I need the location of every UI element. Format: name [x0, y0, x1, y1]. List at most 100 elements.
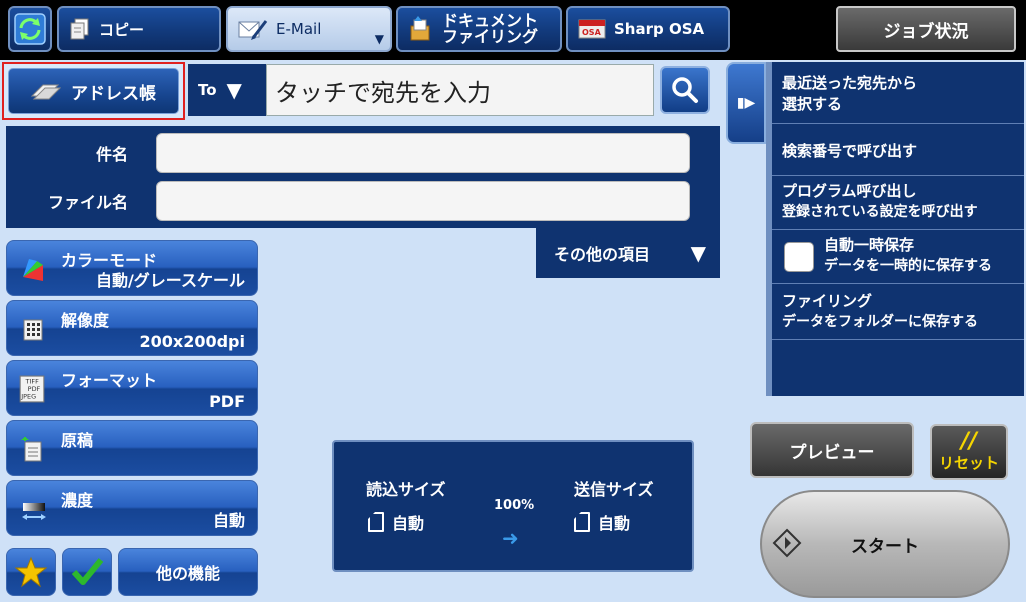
destination-placeholder: タッチで宛先を入力 [275, 78, 491, 107]
address-book-label: アドレス帳 [71, 83, 156, 104]
start-diamond-icon [772, 528, 802, 558]
filename-label: ファイル名 [47, 193, 128, 212]
chevron-down-icon: ▼ [226, 78, 242, 102]
scan-size-label: 読込サイズ [366, 480, 446, 499]
recent-destinations-item[interactable]: 最近送った宛先から 選択する [772, 62, 1024, 124]
program-recall-item[interactable]: プログラム呼び出し 登録されている設定を呼び出す [772, 176, 1024, 230]
exposure-button[interactable]: 濃度 自動 [6, 480, 258, 536]
tab-sharp-osa[interactable]: OSA Sharp OSA [566, 6, 730, 52]
auto-temp-save-line2: データを一時的に保存する [824, 258, 992, 274]
copy-icon [70, 18, 89, 40]
document-filing-icon [410, 16, 430, 41]
address-book-button-highlight[interactable]: アドレス帳 [2, 62, 185, 120]
osa-icon: OSA [578, 19, 606, 39]
resolution-title: 解像度 [61, 311, 110, 330]
size-panel[interactable]: 読込サイズ 自動 100% ➜ 送信サイズ 自動 [332, 440, 694, 572]
chevron-down-icon: ▼ [374, 32, 384, 46]
filename-row: ファイル名 [6, 178, 720, 224]
auto-temp-save-checkbox[interactable] [784, 242, 814, 272]
reset-button[interactable]: // リセット [930, 424, 1008, 480]
send-size-text: 自動 [598, 514, 631, 533]
other-functions-button[interactable]: 他の機能 [118, 548, 258, 596]
arrow-right-icon: ➜ [502, 526, 519, 550]
original-icon [21, 437, 42, 462]
tab-email[interactable]: E-Mail ▼ [226, 6, 392, 52]
email-icon [238, 20, 268, 40]
destination-input[interactable]: タッチで宛先を入力 [266, 64, 654, 116]
chevron-down-icon: ▼ [690, 241, 706, 265]
send-size-label: 送信サイズ [574, 480, 654, 499]
subject-row: 件名 [6, 130, 720, 176]
filing-line1: ファイリング [782, 292, 873, 310]
checkmark-icon [71, 558, 104, 585]
panel-expand-icon: ▮▶ [736, 95, 756, 111]
page-icon [574, 512, 590, 532]
search-number-item[interactable]: 検索番号で呼び出す [772, 124, 1024, 176]
color-mode-button[interactable]: カラーモード 自動/グレースケール [6, 240, 258, 296]
tab-email-label: E-Mail [276, 20, 322, 38]
exposure-title: 濃度 [61, 491, 94, 510]
scan-size-text: 自動 [392, 514, 425, 533]
star-icon [15, 556, 47, 588]
format-icon: TIFF PDF JPEG [19, 375, 45, 403]
to-selector[interactable]: To ▼ [188, 64, 266, 116]
original-button[interactable]: 原稿 [6, 420, 258, 476]
top-bar: コピー E-Mail ▼ ドキュメント ファイリング OSA Sharp OSA [0, 0, 1026, 60]
resolution-value: 200x200dpi [139, 332, 245, 351]
program-recall-line1: プログラム呼び出し [782, 182, 917, 200]
tab-copy[interactable]: コピー [57, 6, 221, 52]
color-mode-value: 自動/グレースケール [95, 271, 245, 290]
favorite-button[interactable] [6, 548, 56, 596]
exposure-value: 自動 [212, 511, 245, 530]
search-icon [672, 77, 698, 103]
auto-temp-save-item[interactable]: 自動一時保存 データを一時的に保存する [772, 230, 1024, 284]
right-panel-toggle[interactable]: ▮▶ [726, 62, 766, 144]
right-panel: 最近送った宛先から 選択する 検索番号で呼び出す プログラム呼び出し 登録されて… [766, 62, 1024, 396]
subject-label: 件名 [95, 145, 128, 164]
scan-size-value: 自動 [368, 510, 424, 534]
recent-destinations-line1: 最近送った宛先から [782, 74, 918, 92]
auto-temp-save-line1: 自動一時保存 [824, 236, 915, 254]
tab-sharp-osa-label: Sharp OSA [614, 20, 705, 38]
resolution-button[interactable]: 解像度 200x200dpi [6, 300, 258, 356]
other-items-button[interactable]: その他の項目 ▼ [536, 228, 720, 278]
ratio-label: 100% [494, 498, 535, 513]
recent-destinations-line2: 選択する [782, 95, 843, 113]
resolution-icon [23, 319, 43, 341]
page-icon [368, 512, 384, 532]
address-book-icon [31, 84, 61, 100]
fields-panel: 件名 ファイル名 [6, 126, 720, 228]
original-title: 原稿 [61, 431, 94, 450]
tab-copy-label: コピー [99, 20, 145, 39]
start-label: スタート [851, 536, 919, 557]
start-button[interactable]: スタート [760, 490, 1010, 598]
reset-label: リセット [938, 453, 999, 472]
subject-input[interactable] [156, 133, 690, 173]
format-button[interactable]: TIFF PDF JPEG フォーマット PDF [6, 360, 258, 416]
filename-input[interactable] [156, 181, 690, 221]
address-book-button[interactable]: アドレス帳 [8, 68, 179, 114]
filing-item[interactable]: ファイリング データをフォルダーに保存する [772, 284, 1024, 340]
check-button[interactable] [62, 548, 112, 596]
search-button[interactable] [660, 66, 710, 114]
tab-document-filing[interactable]: ドキュメント ファイリング [396, 6, 562, 52]
format-value: PDF [209, 392, 245, 411]
exposure-icon [22, 503, 46, 520]
filing-line2: データをフォルダーに保存する [782, 314, 978, 330]
tab-document-filing-label-2: ファイリング [442, 27, 539, 46]
send-size-value: 自動 [574, 510, 630, 534]
other-functions-label: 他の機能 [155, 564, 220, 583]
format-title: フォーマット [61, 371, 158, 390]
svg-text:OSA: OSA [582, 28, 602, 37]
color-mode-icon [23, 259, 43, 281]
other-items-label: その他の項目 [554, 245, 651, 264]
home-button[interactable] [8, 6, 52, 52]
to-label: To [198, 81, 217, 99]
search-number-line1: 検索番号で呼び出す [782, 142, 918, 160]
reset-icon: // [960, 428, 978, 454]
format-icon-text-jpeg: JPEG [20, 393, 36, 401]
preview-button[interactable]: プレビュー [750, 422, 914, 478]
job-status-button[interactable]: ジョブ状況 [836, 6, 1016, 52]
program-recall-line2: 登録されている設定を呼び出す [782, 204, 978, 220]
refresh-home-icon [14, 13, 46, 45]
